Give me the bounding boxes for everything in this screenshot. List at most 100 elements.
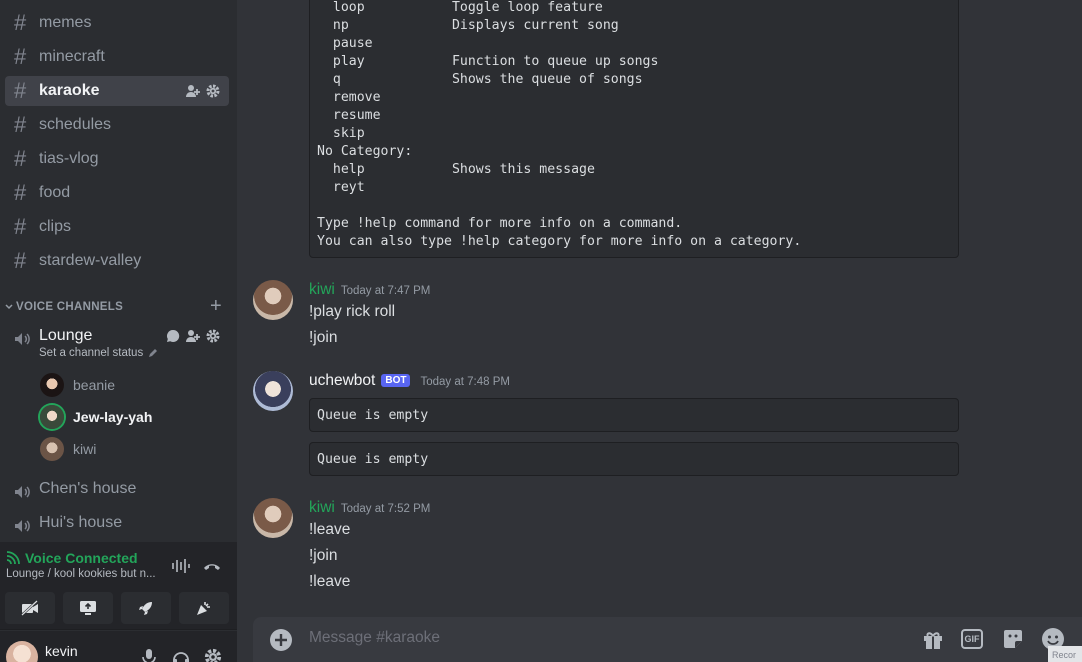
gif-label: GIF	[964, 634, 980, 644]
message-author[interactable]: kiwi	[309, 499, 335, 517]
channel-status-label: Set a channel status	[39, 347, 144, 359]
chat-bubble-icon[interactable]	[165, 328, 181, 344]
hash-icon: #	[14, 10, 27, 35]
avatar[interactable]	[253, 371, 293, 411]
channel-status[interactable]: Set a channel status	[39, 347, 158, 359]
message-header: kiwi Today at 7:47 PM	[309, 281, 430, 299]
channel-label: food	[39, 184, 71, 201]
gear-icon[interactable]	[205, 328, 221, 344]
screen-share-icon	[80, 601, 96, 615]
channel-label: memes	[39, 14, 92, 31]
channel-label: stardew-valley	[39, 252, 142, 269]
avatar	[40, 373, 64, 397]
gear-icon[interactable]	[205, 83, 221, 99]
avatar	[40, 405, 64, 429]
message-input[interactable]: Message #karaoke	[309, 629, 440, 647]
share-screen-button[interactable]	[63, 592, 113, 624]
message-author[interactable]: kiwi	[309, 281, 335, 299]
voice-category-header[interactable]: VOICE CHANNELS +	[4, 295, 232, 318]
message-author[interactable]: uchewbot	[309, 372, 375, 390]
message-text: !join	[309, 329, 338, 346]
soundboard-button[interactable]	[179, 592, 229, 624]
category-label: VOICE CHANNELS	[16, 301, 124, 313]
headphones-icon[interactable]	[171, 647, 191, 662]
channel-tias-vlog[interactable]: # tias-vlog	[5, 144, 229, 174]
message-text: !leave	[309, 521, 351, 538]
camera-off-icon	[21, 600, 38, 616]
message-composer: Message #karaoke GIF	[253, 617, 1082, 662]
add-attachment-icon[interactable]	[269, 628, 293, 652]
create-channel-icon[interactable]: +	[210, 295, 222, 318]
channel-clips[interactable]: # clips	[5, 212, 229, 242]
voice-user-name: Jew-lay-yah	[73, 409, 153, 425]
channel-memes[interactable]: # memes	[5, 8, 229, 38]
voice-connected-status[interactable]: Voice Connected	[6, 550, 138, 566]
gear-icon[interactable]	[203, 647, 223, 662]
voice-user-name: beanie	[73, 377, 116, 393]
channel-label: minecraft	[39, 48, 105, 65]
channel-karaoke[interactable]: # karaoke	[5, 76, 229, 106]
hash-icon: #	[14, 214, 27, 239]
avatar[interactable]	[253, 280, 293, 320]
message-header: uchewbot BOT Today at 7:48 PM	[309, 372, 510, 390]
chevron-down-icon	[5, 304, 13, 310]
help-output-text: loop Toggle loop feature np Displays cur…	[317, 0, 802, 249]
hash-icon: #	[14, 180, 27, 205]
username[interactable]: kevin	[45, 643, 78, 659]
voice-channel-label: Lounge	[39, 327, 93, 344]
voice-user-jew-lay-yah[interactable]: Jew-lay-yah	[40, 403, 152, 431]
camera-off-button[interactable]	[5, 592, 55, 624]
bot-embed: Queue is empty	[309, 442, 959, 476]
rocket-icon	[139, 602, 152, 615]
microphone-icon[interactable]	[139, 647, 159, 662]
gift-icon[interactable]	[921, 627, 945, 651]
discord-window: # memes # minecraft # karaoke # schedules # t…	[0, 0, 1082, 662]
bot-embed: Queue is empty	[309, 398, 959, 432]
voice-channel-label: Hui's house	[39, 514, 123, 531]
activities-button[interactable]	[121, 592, 171, 624]
voice-user-beanie[interactable]: beanie	[40, 371, 115, 399]
channel-schedules[interactable]: # schedules	[5, 110, 229, 140]
help-output-codeblock: loop Toggle loop feature np Displays cur…	[309, 0, 959, 258]
hash-icon: #	[14, 146, 27, 171]
hash-icon: #	[14, 112, 27, 137]
hash-icon: #	[14, 44, 27, 69]
voice-user-name: kiwi	[73, 441, 97, 457]
voice-channel-chens-house[interactable]: Chen's house	[5, 480, 229, 502]
channel-label: tias-vlog	[39, 150, 99, 167]
message-text: !leave	[309, 573, 351, 590]
disconnect-icon[interactable]	[202, 556, 222, 576]
voice-channel-huis-house[interactable]: Hui's house	[5, 514, 229, 536]
voice-channel-lounge[interactable]: Lounge Set a channel status	[5, 327, 229, 367]
sticker-icon[interactable]	[1001, 627, 1025, 651]
gif-picker-icon[interactable]: GIF	[961, 629, 983, 649]
recording-overlay: Recor	[1048, 646, 1082, 662]
channel-food[interactable]: # food	[5, 178, 229, 208]
invite-icon[interactable]	[185, 83, 201, 99]
signal-icon	[6, 551, 20, 565]
channel-label: karaoke	[39, 82, 100, 99]
speaker-icon	[15, 486, 30, 498]
message-text: !play rick roll	[309, 303, 396, 320]
user-panel: kevin	[0, 631, 237, 662]
chat-area: loop Toggle loop feature np Displays cur…	[237, 0, 1082, 662]
hash-icon: #	[14, 248, 27, 273]
message-timestamp: Today at 7:47 PM	[340, 285, 431, 297]
bot-badge: BOT	[381, 374, 411, 387]
voice-user-kiwi[interactable]: kiwi	[40, 435, 96, 463]
message-text: !join	[309, 547, 338, 564]
voice-status-label: Voice Connected	[25, 550, 138, 566]
invite-icon[interactable]	[185, 328, 201, 344]
embed-text: Queue is empty	[317, 452, 429, 467]
voice-location[interactable]: Lounge / kool kookies but n...	[6, 568, 156, 580]
avatar[interactable]	[253, 498, 293, 538]
hash-icon: #	[14, 78, 27, 103]
channel-sidebar: # memes # minecraft # karaoke # schedules # t…	[0, 0, 237, 662]
avatar[interactable]	[6, 641, 38, 662]
noise-suppression-icon[interactable]	[170, 556, 190, 576]
channel-stardew-valley[interactable]: # stardew-valley	[5, 246, 229, 276]
channel-minecraft[interactable]: # minecraft	[5, 42, 229, 72]
channel-label: schedules	[39, 116, 112, 133]
pencil-icon	[149, 349, 158, 357]
message-timestamp: Today at 7:48 PM	[420, 376, 510, 388]
